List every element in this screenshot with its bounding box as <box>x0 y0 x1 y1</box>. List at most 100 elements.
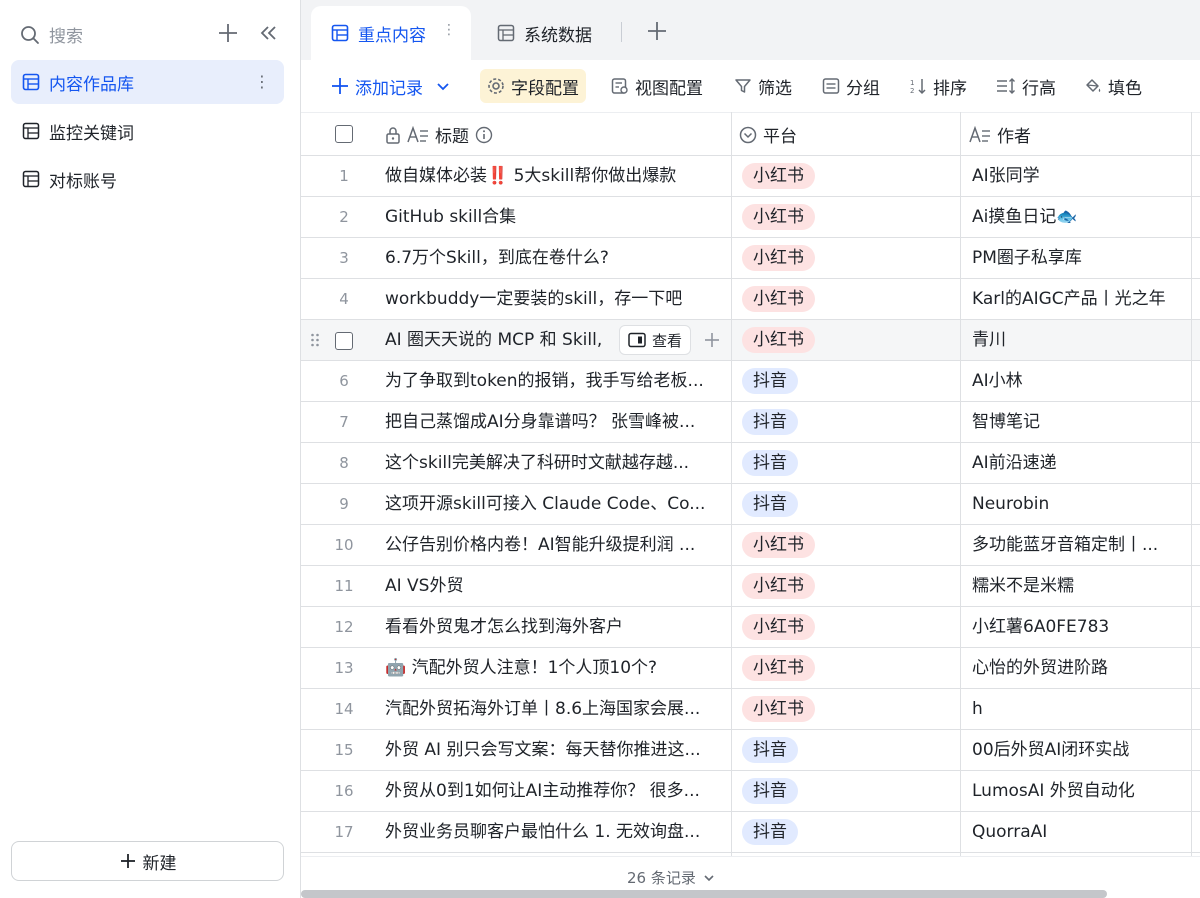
cell-author[interactable]: 心怡的外贸进阶路 <box>972 648 1182 688</box>
field-config-button[interactable]: 字段配置 <box>480 69 586 103</box>
add-tab-icon[interactable] <box>646 20 668 42</box>
cell-title[interactable]: workbuddy一定要装的skill，存一下吧 <box>385 279 719 319</box>
cell-author[interactable]: AI前沿速递 <box>972 443 1182 483</box>
column-header-platform[interactable]: 平台 <box>739 113 797 156</box>
column-header-title[interactable]: 标题 <box>385 113 493 156</box>
platform-tag[interactable]: 抖音 <box>742 491 798 517</box>
cell-title[interactable]: 把自己蒸馏成AI分身靠谱吗？ 张雪峰被... <box>385 402 719 442</box>
drag-handle-icon[interactable] <box>310 332 320 348</box>
cell-author[interactable]: 00后外贸AI闭环实战 <box>972 730 1182 770</box>
table-row[interactable]: 7 把自己蒸馏成AI分身靠谱吗？ 张雪峰被... 抖音 智博笔记 <box>301 402 1200 443</box>
platform-tag[interactable]: 抖音 <box>742 737 798 763</box>
cell-title[interactable]: 🤖 汽配外贸人注意！1个人顶10个? <box>385 648 719 688</box>
platform-tag[interactable]: 小红书 <box>742 655 815 681</box>
cell-title[interactable]: AI VS外贸 <box>385 566 719 606</box>
platform-tag[interactable]: 抖音 <box>742 368 798 394</box>
table-row[interactable]: 15 外贸 AI 别只会写文案：每天替你推进这... 抖音 00后外贸AI闭环实战 <box>301 730 1200 771</box>
collapse-sidebar-icon[interactable] <box>258 22 280 44</box>
cell-author[interactable]: 多功能蓝牙音箱定制丨... <box>972 525 1182 565</box>
platform-tag[interactable]: 小红书 <box>742 696 815 722</box>
table-row[interactable]: 17 外贸业务员聊客户最怕什么 1. 无效询盘... 抖音 QuorraAI <box>301 812 1200 853</box>
group-button[interactable]: 分组 <box>822 69 880 103</box>
cell-author[interactable]: LumosAI 外贸自动化 <box>972 771 1182 811</box>
add-icon[interactable] <box>217 22 239 44</box>
info-icon[interactable] <box>475 126 493 144</box>
cell-title[interactable]: 看看外贸鬼才怎么找到海外客户 <box>385 607 719 647</box>
table-row[interactable]: 16 外贸从0到1如何让AI主动推荐你？ 很多... 抖音 LumosAI 外贸自动化 <box>301 771 1200 812</box>
table-row[interactable]: 11 AI VS外贸 小红书 糯米不是米糯 <box>301 566 1200 607</box>
tab-more-icon[interactable]: ⋮ <box>442 22 456 38</box>
cell-title[interactable]: 做自媒体必装‼️ 5大skill帮你做出爆款 <box>385 156 719 196</box>
table-row[interactable]: 3 6.7万个Skill，到底在卷什么? 小红书 PM圈子私享库 <box>301 238 1200 279</box>
cell-title[interactable]: 6.7万个Skill，到底在卷什么? <box>385 238 719 278</box>
table-row[interactable]: 12 看看外贸鬼才怎么找到海外客户 小红书 小红薯6A0FE783 <box>301 607 1200 648</box>
table-row[interactable]: 10 公仔告别价格内卷！AI智能升级提利润 ... 小红书 多功能蓝牙音箱定制丨... <box>301 525 1200 566</box>
view-record-button[interactable]: 查看 <box>619 325 692 355</box>
cell-title[interactable]: 外贸 AI 别只会写文案：每天替你推进这... <box>385 730 719 770</box>
table-row[interactable]: AI 圈天天说的 MCP 和 Skill, 查看 小红书 青川 <box>301 320 1200 361</box>
cell-author[interactable]: QuorraAI <box>972 812 1182 852</box>
platform-tag[interactable]: 小红书 <box>742 532 815 558</box>
sort-button[interactable]: 12 排序 <box>909 69 967 103</box>
cell-title[interactable]: 为了争取到token的报销，我手写给老板... <box>385 361 719 401</box>
new-button[interactable]: 新建 <box>11 841 284 881</box>
platform-tag[interactable]: 小红书 <box>742 286 815 312</box>
horizontal-scrollbar[interactable] <box>301 890 1107 898</box>
table-row[interactable]: 9 这项开源skill可接入 Claude Code、Co... 抖音 Neurobi… <box>301 484 1200 525</box>
platform-tag[interactable]: 小红书 <box>742 614 815 640</box>
row-checkbox[interactable] <box>335 332 353 350</box>
platform-tag[interactable]: 抖音 <box>742 778 798 804</box>
cell-author[interactable]: 小红薯6A0FE783 <box>972 607 1182 647</box>
cell-author[interactable]: 智博笔记 <box>972 402 1182 442</box>
cell-author[interactable]: PM圈子私享库 <box>972 238 1182 278</box>
platform-tag[interactable]: 小红书 <box>742 245 815 271</box>
fill-color-button[interactable]: 填色 <box>1084 69 1142 103</box>
cell-author[interactable]: Ai摸鱼日记🐟 <box>972 197 1182 237</box>
filter-button[interactable]: 筛选 <box>734 69 792 103</box>
add-record-button[interactable]: 添加记录 <box>331 69 451 103</box>
select-all-checkbox[interactable] <box>335 125 353 143</box>
cell-title[interactable]: AI 圈天天说的 MCP 和 Skill, <box>385 320 615 360</box>
platform-tag[interactable]: 抖音 <box>742 409 798 435</box>
platform-tag[interactable]: 小红书 <box>742 327 815 353</box>
view-config-button[interactable]: 视图配置 <box>611 69 703 103</box>
cell-title[interactable]: 公仔告别价格内卷！AI智能升级提利润 ... <box>385 525 719 565</box>
platform-tag[interactable]: 小红书 <box>742 163 815 189</box>
cell-author[interactable]: Neurobin <box>972 484 1182 524</box>
record-count[interactable]: 26 条记录 <box>627 867 716 888</box>
table-row[interactable]: 2 GitHub skill合集 小红书 Ai摸鱼日记🐟 <box>301 197 1200 238</box>
sidebar-item-content-library[interactable]: 内容作品库 ⋮ <box>11 60 284 104</box>
platform-tag[interactable]: 抖音 <box>742 819 798 845</box>
cell-author[interactable]: 糯米不是米糯 <box>972 566 1182 606</box>
cell-author[interactable]: Karl的AIGC产品丨光之年 <box>972 279 1182 319</box>
cell-title[interactable]: GitHub skill合集 <box>385 197 719 237</box>
table-row[interactable]: 14 汽配外贸拓海外订单丨8.6上海国家会展... 小红书 h <box>301 689 1200 730</box>
cell-author[interactable]: 青川 <box>972 320 1182 360</box>
tab-system-data[interactable]: 系统数据 <box>497 6 592 60</box>
cell-title[interactable]: 外贸从0到1如何让AI主动推荐你？ 很多... <box>385 771 719 811</box>
platform-tag[interactable]: 小红书 <box>742 204 815 230</box>
row-height-button[interactable]: 行高 <box>996 69 1056 103</box>
table-row[interactable]: 8 这个skill完美解决了科研时文献越存越... 抖音 AI前沿速递 <box>301 443 1200 484</box>
platform-tag[interactable]: 小红书 <box>742 573 815 599</box>
cell-title[interactable]: 汽配外贸拓海外订单丨8.6上海国家会展... <box>385 689 719 729</box>
add-icon[interactable] <box>701 329 723 351</box>
more-icon[interactable]: ⋮ <box>254 72 270 91</box>
cell-title[interactable]: 外贸业务员聊客户最怕什么 1. 无效询盘... <box>385 812 719 852</box>
cell-author[interactable]: AI张同学 <box>972 156 1182 196</box>
sidebar-item-benchmark-accounts[interactable]: 对标账号 <box>11 157 284 201</box>
chevron-down-icon[interactable] <box>435 78 451 94</box>
cell-author[interactable]: AI小林 <box>972 361 1182 401</box>
cell-title[interactable]: 这个skill完美解决了科研时文献越存越... <box>385 443 719 483</box>
search-box[interactable]: 搜索 <box>20 22 83 47</box>
cell-title[interactable]: 这项开源skill可接入 Claude Code、Co... <box>385 484 719 524</box>
table-row[interactable]: 1 做自媒体必装‼️ 5大skill帮你做出爆款 小红书 AI张同学 <box>301 156 1200 197</box>
column-header-author[interactable]: 作者 <box>969 113 1031 156</box>
table-row[interactable]: 6 为了争取到token的报销，我手写给老板... 抖音 AI小林 <box>301 361 1200 402</box>
table-row[interactable]: 13 🤖 汽配外贸人注意！1个人顶10个? 小红书 心怡的外贸进阶路 <box>301 648 1200 689</box>
platform-tag[interactable]: 抖音 <box>742 450 798 476</box>
sidebar-item-keywords[interactable]: 监控关键词 <box>11 109 284 153</box>
table-row[interactable]: 4 workbuddy一定要装的skill，存一下吧 小红书 Karl的AIGC产品丨… <box>301 279 1200 320</box>
row-number: 8 <box>339 454 349 472</box>
cell-author[interactable]: h <box>972 689 1182 729</box>
